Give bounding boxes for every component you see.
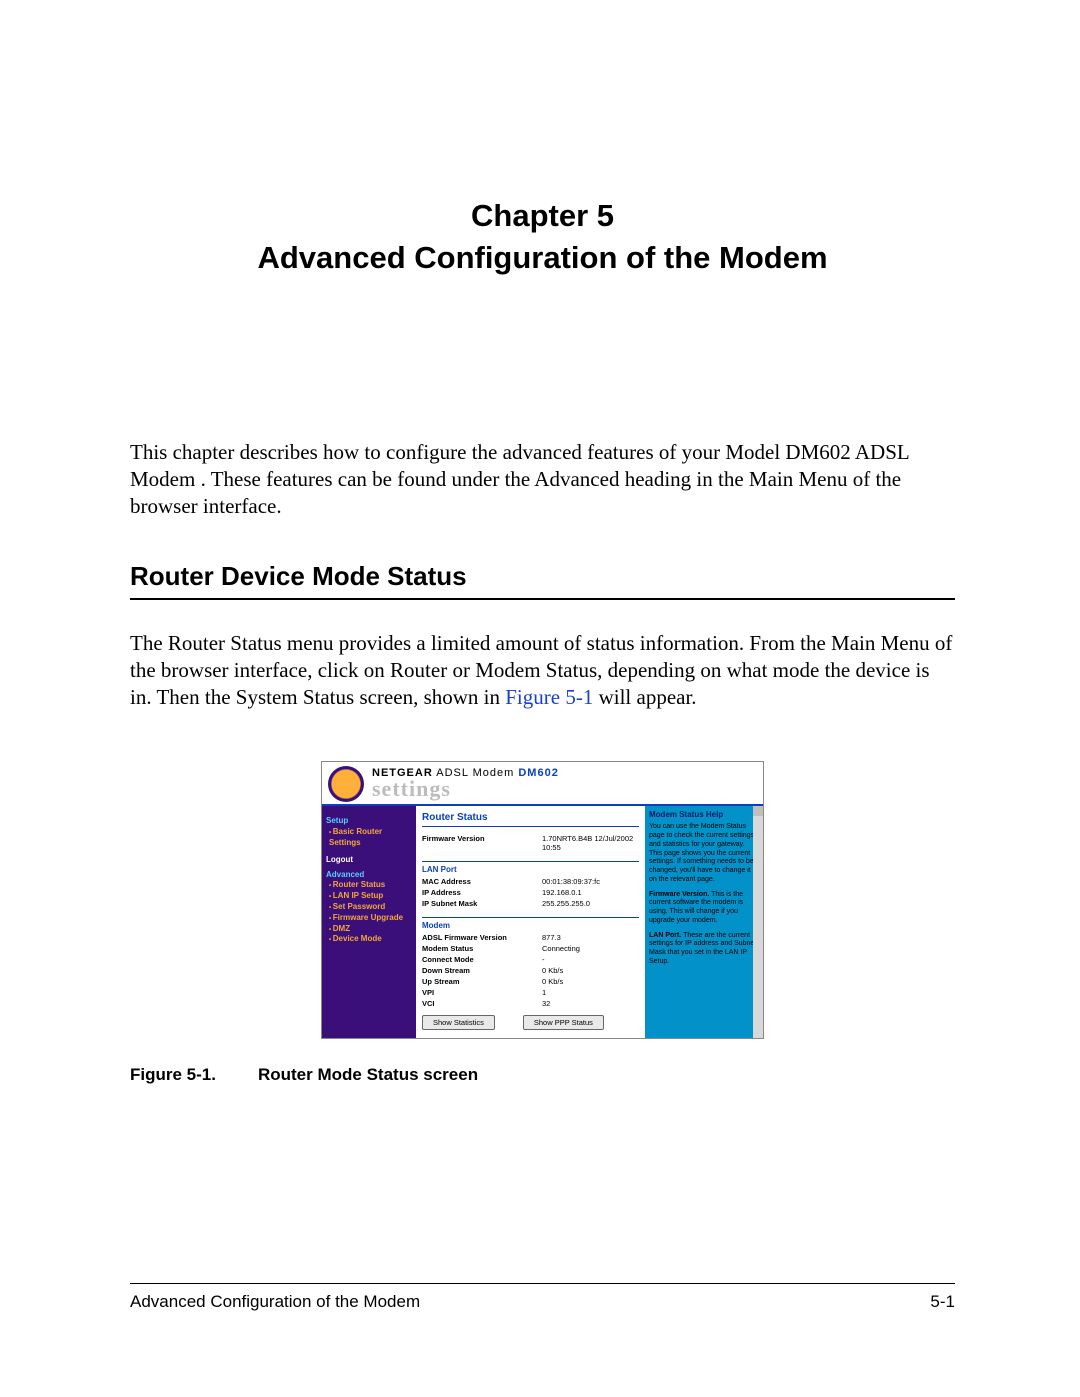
- label-firmware: Firmware Version: [422, 834, 542, 852]
- figure-crossref-link[interactable]: Figure 5-1: [505, 685, 593, 709]
- chapter-heading: Chapter 5 Advanced Configuration of the …: [130, 195, 955, 279]
- label-modem-status: Modem Status: [422, 944, 542, 953]
- row-connect-mode: Connect Mode -: [422, 954, 639, 965]
- para-text-after: will appear.: [593, 685, 696, 709]
- help-paragraph-2: Firmware Version. This is the current so…: [649, 891, 759, 926]
- value-adsl-fw: 877.3: [542, 933, 639, 942]
- sidebar-nav: Setup Basic Router Settings Logout Advan…: [322, 806, 416, 1038]
- value-vci: 32: [542, 999, 639, 1008]
- intro-paragraph: This chapter describes how to configure …: [130, 439, 955, 521]
- screenshot-body: Setup Basic Router Settings Logout Advan…: [322, 804, 763, 1038]
- document-page: Chapter 5 Advanced Configuration of the …: [0, 0, 1080, 1397]
- value-downstream: 0 Kb/s: [542, 966, 639, 975]
- label-upstream: Up Stream: [422, 977, 542, 986]
- sidebar-heading-advanced: Advanced: [326, 870, 412, 881]
- status-panel: Router Status Firmware Version 1.70NRT6.…: [416, 806, 645, 1038]
- sidebar-item-lan-ip[interactable]: LAN IP Setup: [329, 891, 412, 902]
- label-mac: MAC Address: [422, 877, 542, 886]
- help-bold-lan: LAN Port.: [649, 932, 681, 939]
- row-ip: IP Address 192.168.0.1: [422, 887, 639, 898]
- sidebar-item-logout[interactable]: Logout: [326, 855, 412, 866]
- row-subnet: IP Subnet Mask 255.255.255.0: [422, 898, 639, 909]
- value-vpi: 1: [542, 988, 639, 997]
- help-paragraph-1: You can use the Modem Status page to che…: [649, 823, 759, 884]
- screenshot-banner: NETGEAR ADSL Modem DM602 settings: [322, 762, 763, 804]
- page-footer: Advanced Configuration of the Modem 5-1: [130, 1283, 955, 1312]
- help-bold-firmware: Firmware Version.: [649, 891, 709, 898]
- label-vci: VCI: [422, 999, 542, 1008]
- section-paragraph: The Router Status menu provides a limite…: [130, 630, 955, 712]
- row-firmware: Firmware Version 1.70NRT6.B4B 12/Jul/200…: [422, 833, 639, 853]
- settings-word: settings: [372, 777, 559, 801]
- value-modem-status: Connecting: [542, 944, 639, 953]
- label-vpi: VPI: [422, 988, 542, 997]
- sidebar-item-router-status[interactable]: Router Status: [329, 880, 412, 891]
- row-upstream: Up Stream 0 Kb/s: [422, 976, 639, 987]
- chapter-number: Chapter 5: [130, 195, 955, 237]
- help-title: Modem Status Help: [649, 810, 759, 820]
- value-ip: 192.168.0.1: [542, 888, 639, 897]
- subheader-lan: LAN Port: [422, 861, 639, 874]
- netgear-logo-icon: [328, 766, 364, 802]
- button-row: Show Statistics Show PPP Status: [422, 1015, 639, 1030]
- value-upstream: 0 Kb/s: [542, 977, 639, 986]
- product-model: DM602: [518, 767, 558, 779]
- row-vci: VCI 32: [422, 998, 639, 1009]
- row-vpi: VPI 1: [422, 987, 639, 998]
- banner-titleblock: NETGEAR ADSL Modem DM602 settings: [372, 767, 559, 801]
- label-downstream: Down Stream: [422, 966, 542, 975]
- value-firmware: 1.70NRT6.B4B 12/Jul/2002 10:55: [542, 834, 639, 852]
- label-connect-mode: Connect Mode: [422, 955, 542, 964]
- panel-title: Router Status: [422, 812, 639, 827]
- footer-page-number: 5-1: [930, 1292, 955, 1312]
- sidebar-item-basic-router[interactable]: Basic Router Settings: [329, 827, 412, 849]
- row-mac: MAC Address 00:01:38:09:37:fc: [422, 876, 639, 887]
- show-ppp-status-button[interactable]: Show PPP Status: [523, 1015, 604, 1030]
- help-paragraph-3: LAN Port. These are the current settings…: [649, 932, 759, 967]
- figure-caption: Figure 5-1. Router Mode Status screen: [130, 1065, 955, 1085]
- sidebar-item-firmware-upgrade[interactable]: Firmware Upgrade: [329, 913, 412, 924]
- row-adsl-fw: ADSL Firmware Version 877.3: [422, 932, 639, 943]
- sidebar-item-set-password[interactable]: Set Password: [329, 902, 412, 913]
- label-ip: IP Address: [422, 888, 542, 897]
- show-statistics-button[interactable]: Show Statistics: [422, 1015, 495, 1030]
- chapter-title: Advanced Configuration of the Modem: [130, 237, 955, 279]
- figure-title: Router Mode Status screen: [258, 1065, 478, 1084]
- value-connect-mode: -: [542, 955, 639, 964]
- section-heading: Router Device Mode Status: [130, 561, 955, 600]
- subheader-modem: Modem: [422, 917, 639, 930]
- embedded-screenshot: NETGEAR ADSL Modem DM602 settings Setup …: [321, 761, 764, 1039]
- footer-left: Advanced Configuration of the Modem: [130, 1292, 420, 1312]
- sidebar-item-dmz[interactable]: DMZ: [329, 924, 412, 935]
- label-adsl-fw: ADSL Firmware Version: [422, 933, 542, 942]
- figure-number: Figure 5-1.: [130, 1065, 216, 1084]
- help-panel: Modem Status Help You can use the Modem …: [645, 806, 763, 1038]
- sidebar-heading-setup: Setup: [326, 816, 412, 827]
- value-mac: 00:01:38:09:37:fc: [542, 877, 639, 886]
- row-downstream: Down Stream 0 Kb/s: [422, 965, 639, 976]
- label-subnet: IP Subnet Mask: [422, 899, 542, 908]
- help-scrollbar[interactable]: [753, 806, 763, 1038]
- row-modem-status: Modem Status Connecting: [422, 943, 639, 954]
- value-subnet: 255.255.255.0: [542, 899, 639, 908]
- sidebar-item-device-mode[interactable]: Device Mode: [329, 934, 412, 945]
- figure-container: NETGEAR ADSL Modem DM602 settings Setup …: [130, 761, 955, 1039]
